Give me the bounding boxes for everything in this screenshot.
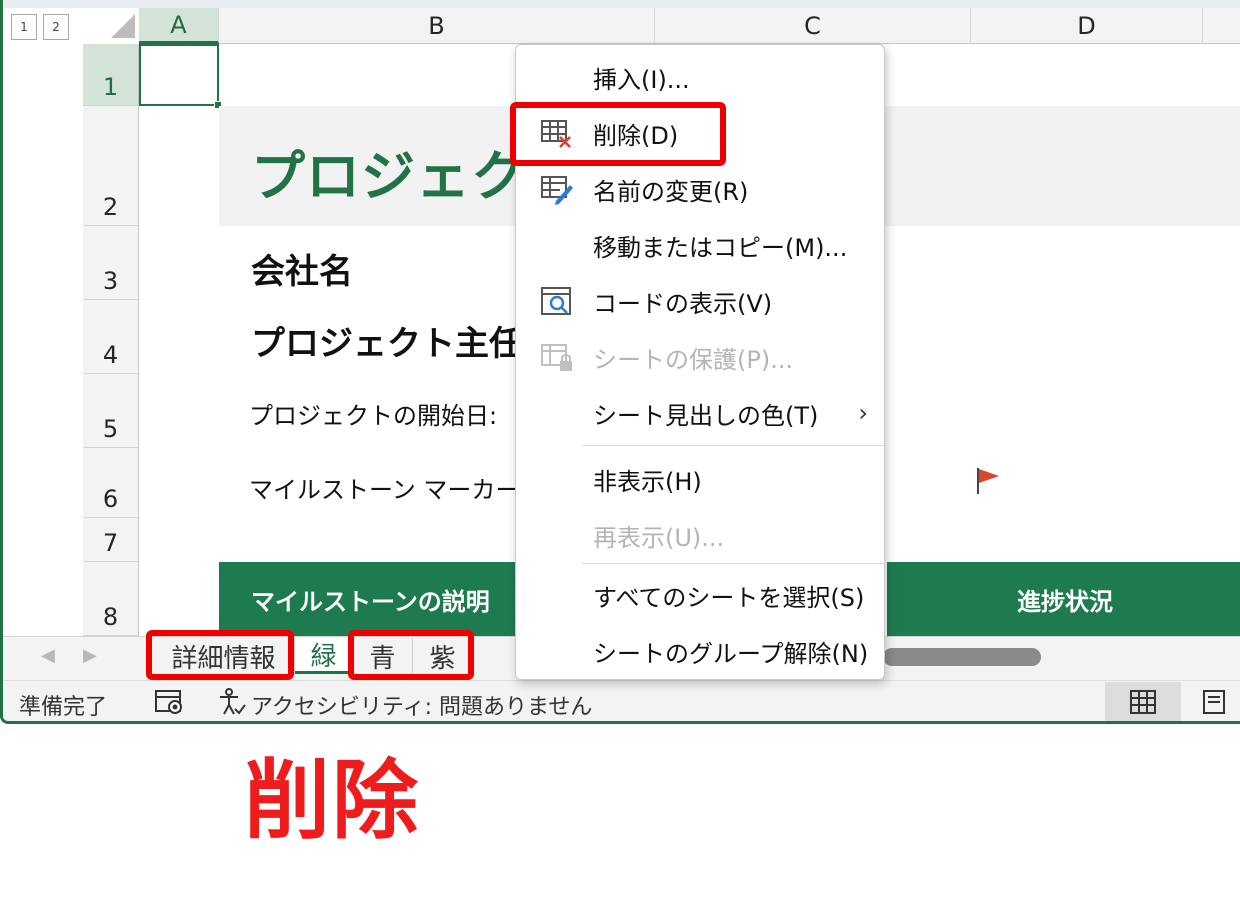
select-all-button[interactable] xyxy=(111,14,135,38)
highlight-blue-purple-tabs xyxy=(348,630,474,680)
company-name-label: 会社名 xyxy=(251,252,353,292)
progress-header-text: 進捗状況 xyxy=(1017,587,1113,616)
column-header-e[interactable] xyxy=(1203,8,1240,44)
row-header-4[interactable]: 4 xyxy=(83,300,139,374)
menu-item-view-code[interactable]: コードの表示(V) xyxy=(516,273,884,329)
outline-level-1-button[interactable]: 1 xyxy=(11,14,37,40)
column-header-c[interactable]: C xyxy=(655,8,971,44)
menu-label: コードの表示(V) xyxy=(593,289,773,318)
accessibility-status[interactable]: アクセシビリティ: 問題ありません xyxy=(251,689,592,721)
protect-sheet-icon xyxy=(540,341,574,373)
row-header-8[interactable]: 8 xyxy=(83,562,139,636)
project-lead-label: プロジェクト主任 xyxy=(251,324,523,364)
outline-level-2-button[interactable]: 2 xyxy=(43,14,69,40)
annotation-caption: 削除 xyxy=(244,751,420,851)
menu-item-move-copy[interactable]: 移動またはコピー(M)... xyxy=(516,217,884,273)
row-header-7[interactable]: 7 xyxy=(83,518,139,562)
menu-item-rename[interactable]: 名前の変更(R) xyxy=(516,161,884,217)
menu-label: すべてのシートを選択(S) xyxy=(593,583,865,612)
red-flag-icon xyxy=(975,466,1003,502)
menu-label: 名前の変更(R) xyxy=(593,177,749,206)
start-date-label: プロジェクトの開始日: xyxy=(249,402,498,430)
highlight-delete-item xyxy=(510,102,726,166)
highlight-details-tab xyxy=(146,630,294,680)
row-header-6[interactable]: 6 xyxy=(83,448,139,518)
menu-item-hide[interactable]: 非表示(H) xyxy=(516,451,884,507)
sheet-tab-green[interactable]: 緑 xyxy=(295,638,353,674)
column-header-b[interactable]: B xyxy=(219,8,655,44)
menu-item-unhide: 再表示(U)... xyxy=(516,507,884,563)
menu-separator xyxy=(582,445,884,446)
menu-label: 非表示(H) xyxy=(593,467,702,496)
macro-record-icon[interactable] xyxy=(153,687,187,721)
menu-item-insert[interactable]: 挿入(I)... xyxy=(516,49,884,105)
menu-label: シート見出しの色(T) xyxy=(593,401,819,430)
normal-view-icon[interactable] xyxy=(1105,682,1181,721)
outline-gutter xyxy=(3,44,83,636)
accessibility-icon[interactable] xyxy=(217,687,247,721)
status-ready: 準備完了 xyxy=(19,695,108,720)
ribbon-edge xyxy=(3,0,1240,8)
milestone-description-text: マイルストーンの説明 xyxy=(251,587,490,616)
menu-label: 再表示(U)... xyxy=(593,523,725,552)
horizontal-scrollbar-thumb[interactable] xyxy=(883,648,1041,666)
menu-item-protect-sheet: シートの保護(P)... xyxy=(516,329,884,385)
row-header-3[interactable]: 3 xyxy=(83,226,139,300)
active-cell-a1[interactable] xyxy=(139,44,222,109)
scroll-tabs-right-icon[interactable]: ▶ xyxy=(83,645,97,666)
menu-label: 挿入(I)... xyxy=(593,65,690,94)
menu-item-ungroup-sheets[interactable]: シートのグループ解除(N) xyxy=(516,623,884,679)
menu-separator xyxy=(582,563,884,564)
progress-header: 進捗状況 xyxy=(887,562,1240,636)
milestone-marker-label: マイルストーン マーカー: xyxy=(249,476,528,504)
page-layout-view-icon[interactable] xyxy=(1185,682,1240,721)
submenu-chevron-icon: › xyxy=(858,399,868,427)
view-code-icon xyxy=(540,285,574,317)
menu-label: シートのグループ解除(N) xyxy=(593,639,869,668)
scroll-tabs-left-icon[interactable]: ◀ xyxy=(41,645,55,666)
column-header-a[interactable]: A xyxy=(139,8,219,44)
menu-item-select-all-sheets[interactable]: すべてのシートを選択(S) xyxy=(516,567,884,623)
menu-label: 移動またはコピー(M)... xyxy=(593,233,848,262)
rename-sheet-icon xyxy=(540,173,574,205)
row-header-1[interactable]: 1 xyxy=(83,44,139,106)
column-header-d[interactable]: D xyxy=(971,8,1203,44)
row-header-2[interactable]: 2 xyxy=(83,106,139,226)
menu-item-tab-color[interactable]: シート見出しの色(T) › xyxy=(516,385,884,441)
status-bar: 準備完了 アクセシビリティ: 問題ありません xyxy=(3,680,1240,721)
milestone-description-header: マイルストーンの説明 xyxy=(219,562,517,636)
row-header-5[interactable]: 5 xyxy=(83,374,139,448)
menu-label: シートの保護(P)... xyxy=(593,345,794,374)
